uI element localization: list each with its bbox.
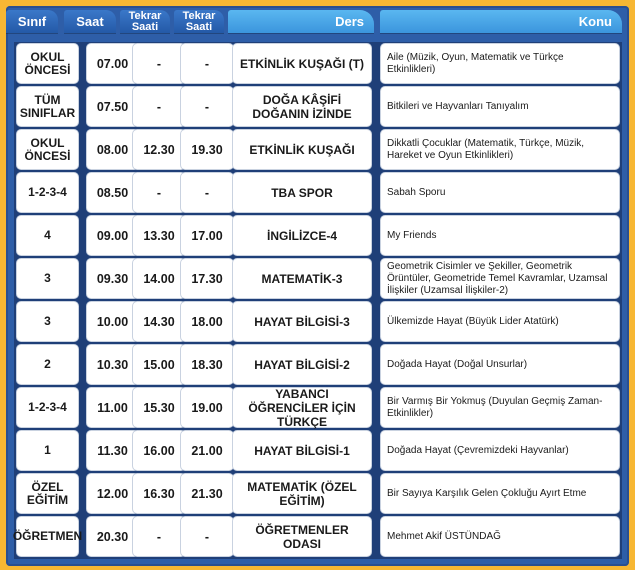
cell-tekrar-2: 17.00 <box>180 215 234 256</box>
cell-tekrar-1: 12.30 <box>132 129 186 170</box>
cell-sinif: 1-2-3-4 <box>16 387 79 428</box>
cell-ders: ETKİNLİK KUŞAĞI <box>232 129 372 170</box>
cell-konu: Bir Sayıya Karşılık Gelen Çokluğu Ayırt … <box>380 473 620 514</box>
header-tekrar-1-line2: Saati <box>131 20 159 33</box>
cell-tekrar-2: 19.00 <box>180 387 234 428</box>
table-row: 1 11.30 16.00 21.00 HAYAT BİLGİSİ-1 Doğada Ha… <box>14 430 622 471</box>
cell-tekrar-2: 18.00 <box>180 301 234 342</box>
cell-sinif: 4 <box>16 215 79 256</box>
cell-ders: TBA SPOR <box>232 172 372 213</box>
table-row: 3 10.00 14.30 18.00 HAYAT BİLGİSİ-3 Ülkemizde… <box>14 301 622 342</box>
cell-sinif: 3 <box>16 258 79 299</box>
cell-tekrar-2: - <box>180 516 234 557</box>
cell-tekrar-1: 15.00 <box>132 344 186 385</box>
cell-tekrar-2: 19.30 <box>180 129 234 170</box>
cell-tekrar-1: - <box>132 516 186 557</box>
cell-konu: Doğada Hayat (Doğal Unsurlar) <box>380 344 620 385</box>
cell-ders: ETKİNLİK KUŞAĞI (T) <box>232 43 372 84</box>
cell-ders: MATEMATİK (ÖZEL EĞİTİM) <box>232 473 372 514</box>
cell-konu: Doğada Hayat (Çevremizdeki Hayvanlar) <box>380 430 620 471</box>
table-row: TÜM SINIFLAR 07.50- - DOĞA KÂŞİFİ DOĞANIN İ… <box>14 86 622 127</box>
cell-tekrar-1: 13.30 <box>132 215 186 256</box>
cell-ders: HAYAT BİLGİSİ-2 <box>232 344 372 385</box>
cell-konu: Dikkatli Çocuklar (Matematik, Türkçe, Mü… <box>380 129 620 170</box>
cell-sinif: 3 <box>16 301 79 342</box>
cell-tekrar-1: 16.30 <box>132 473 186 514</box>
table-row: OKUL ÖNCESİ 07.00- - ETKİNLİK KUŞAĞI (T) Ail… <box>14 43 622 84</box>
cell-konu: Ülkemizde Hayat (Büyük Lider Atatürk) <box>380 301 620 342</box>
cell-tekrar-1: 16.00 <box>132 430 186 471</box>
cell-tekrar-2: 18.30 <box>180 344 234 385</box>
table-row: 3 09.30 14.00 17.30 MATEMATİK-3 Geometrik Cis… <box>14 258 622 299</box>
cell-tekrar-2: 21.00 <box>180 430 234 471</box>
cell-ders: ÖĞRETMENLER ODASI <box>232 516 372 557</box>
table-row: 2 10.30 15.00 18.30 HAYAT BİLGİSİ-2 Doğada Ha… <box>14 344 622 385</box>
header-tekrar-2-line2: Saati <box>185 20 213 33</box>
cell-sinif: ÖĞRETMEN <box>13 516 82 557</box>
cell-tekrar-1: - <box>132 43 186 84</box>
table-row: OKUL ÖNCESİ 08.00 12.30 19.30 ETKİNLİK KUŞAĞ… <box>14 129 622 170</box>
cell-konu: Sabah Sporu <box>380 172 620 213</box>
cell-tekrar-1: 14.00 <box>132 258 186 299</box>
cell-tekrar-1: - <box>132 86 186 127</box>
cell-ders: İNGİLİZCE-4 <box>232 215 372 256</box>
cell-sinif: 1-2-3-4 <box>16 172 79 213</box>
cell-sinif: TÜM SINIFLAR <box>16 86 79 127</box>
header-tekrar-1: Tekrar Saati <box>120 10 170 33</box>
cell-konu: Bir Varmış Bir Yokmuş (Duyulan Geçmiş Za… <box>380 387 620 428</box>
table-row: 1-2-3-4 08.50- - TBA SPOR Sabah Sporu <box>14 172 622 213</box>
table-row: 4 09.00 13.30 17.00 İNGİLİZCE-4 My Friends <box>14 215 622 256</box>
header-sinif: Sınıf <box>6 10 58 33</box>
header-ders: Ders <box>228 10 374 33</box>
table-row: ÖĞRETMEN 20.30- - ÖĞRETMENLER ODASI Mehmet A… <box>13 516 622 557</box>
cell-tekrar-1: 14.30 <box>132 301 186 342</box>
header-konu: Konu <box>380 10 622 33</box>
cell-ders: YABANCI ÖĞRENCİLER İÇİN TÜRKÇE <box>232 387 372 429</box>
cell-sinif: OKUL ÖNCESİ <box>16 129 79 170</box>
cell-sinif: 2 <box>16 344 79 385</box>
cell-tekrar-2: - <box>180 43 234 84</box>
cell-ders: DOĞA KÂŞİFİ DOĞANIN İZİNDE <box>232 86 372 127</box>
cell-sinif: ÖZEL EĞİTİM <box>16 473 79 514</box>
cell-tekrar-1: - <box>132 172 186 213</box>
header-tekrar-2-line1: Tekrar <box>182 9 216 22</box>
cell-konu: My Friends <box>380 215 620 256</box>
cell-ders: MATEMATİK-3 <box>232 258 372 299</box>
header-tekrar-1-line1: Tekrar <box>128 9 162 22</box>
cell-konu: Mehmet Akif ÜSTÜNDAĞ <box>380 516 620 557</box>
cell-ders: HAYAT BİLGİSİ-1 <box>232 430 372 471</box>
cell-ders: HAYAT BİLGİSİ-3 <box>232 301 372 342</box>
header-saat: Saat <box>64 10 116 33</box>
cell-sinif: OKUL ÖNCESİ <box>16 43 79 84</box>
header-tekrar-2: Tekrar Saati <box>174 10 224 33</box>
cell-sinif: 1 <box>16 430 79 471</box>
cell-konu: Aile (Müzik, Oyun, Matematik ve Türkçe E… <box>380 43 620 84</box>
schedule-table: OKUL ÖNCESİ 07.00- - ETKİNLİK KUŞAĞI (T) Ail… <box>13 42 622 559</box>
cell-tekrar-2: 17.30 <box>180 258 234 299</box>
cell-tekrar-2: - <box>180 172 234 213</box>
cell-tekrar-2: - <box>180 86 234 127</box>
table-row: 1-2-3-4 11.00 15.30 19.00 YABANCI ÖĞRENCİLER… <box>14 387 622 429</box>
cell-konu: Bitkileri ve Hayvanları Tanıyalım <box>380 86 620 127</box>
cell-tekrar-2: 21.30 <box>180 473 234 514</box>
cell-konu: Geometrik Cisimler ve Şekiller, Geometri… <box>380 258 620 299</box>
table-row: ÖZEL EĞİTİM 12.00 16.30 21.30 MATEMATİK (ÖZE… <box>14 473 622 514</box>
cell-tekrar-1: 15.30 <box>132 387 186 428</box>
